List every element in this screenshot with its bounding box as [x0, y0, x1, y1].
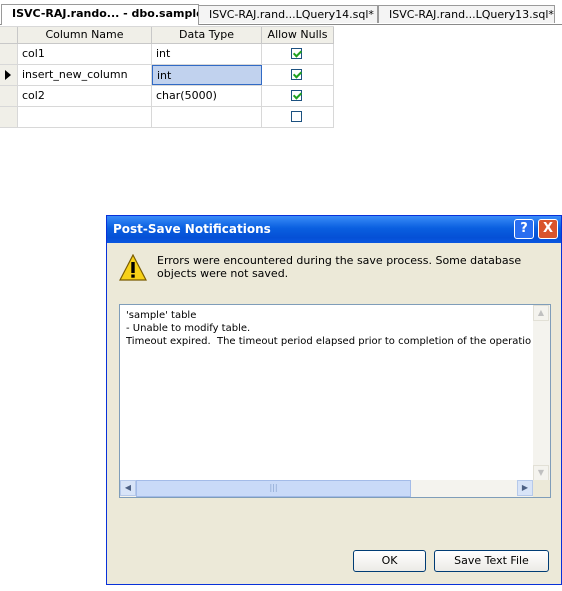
details-line: - Unable to modify table.: [126, 323, 251, 334]
details-textbox[interactable]: 'sample' table - Unable to modify table. T…: [119, 304, 551, 498]
allow-nulls-checkbox[interactable]: [291, 69, 302, 80]
tab-label: ISVC-RAJ.rando... - dbo.sample*: [12, 7, 199, 20]
scroll-up-icon[interactable]: ▲: [533, 305, 549, 321]
post-save-dialog: Post-Save Notifications ? X Errors were …: [106, 215, 562, 585]
details-text: 'sample' table - Unable to modify table. T…: [126, 309, 532, 348]
allow-nulls-cell: [262, 65, 334, 85]
close-button[interactable]: X: [538, 219, 558, 239]
column-name-cell[interactable]: [18, 107, 152, 127]
error-message: Errors were encountered during the save …: [157, 254, 522, 280]
table-row[interactable]: col1 int: [0, 44, 334, 65]
column-name-cell[interactable]: col1: [18, 44, 152, 64]
data-type-cell[interactable]: char(5000): [152, 86, 262, 106]
data-type-cell[interactable]: int: [152, 65, 262, 85]
tab-label: ISVC-RAJ.rand...LQuery13.sql*: [389, 8, 554, 21]
table-row[interactable]: col2 char(5000): [0, 86, 334, 107]
tab-sample-table[interactable]: ISVC-RAJ.rando... - dbo.sample*: [1, 4, 199, 25]
column-name-cell[interactable]: insert_new_column: [18, 65, 152, 85]
row-selector[interactable]: [0, 86, 18, 106]
row-selector[interactable]: [0, 107, 18, 127]
grid-header-row: Column Name Data Type Allow Nulls: [0, 27, 334, 44]
column-header-nulls[interactable]: Allow Nulls: [262, 27, 334, 43]
scrollbar-corner: [533, 480, 550, 497]
warning-icon: [119, 254, 147, 281]
ok-button[interactable]: OK: [353, 550, 426, 572]
save-text-file-button[interactable]: Save Text File: [434, 550, 549, 572]
table-designer-grid: Column Name Data Type Allow Nulls col1 i…: [0, 26, 334, 128]
row-selector[interactable]: [0, 44, 18, 64]
horizontal-scrollbar[interactable]: ◀ ||| ▶: [120, 480, 533, 497]
vertical-scrollbar[interactable]: ▲ ▼: [533, 305, 550, 481]
scroll-thumb[interactable]: |||: [136, 480, 411, 497]
scroll-down-icon[interactable]: ▼: [533, 465, 549, 481]
scroll-right-icon[interactable]: ▶: [517, 480, 533, 496]
help-button[interactable]: ?: [514, 219, 534, 239]
data-type-cell[interactable]: [152, 107, 262, 127]
dialog-title: Post-Save Notifications: [113, 222, 271, 236]
column-header-name[interactable]: Column Name: [18, 27, 152, 43]
table-row[interactable]: insert_new_column int: [0, 65, 334, 86]
details-line: 'sample' table: [126, 310, 197, 321]
column-name-cell[interactable]: col2: [18, 86, 152, 106]
column-header-type[interactable]: Data Type: [152, 27, 262, 43]
scroll-left-icon[interactable]: ◀: [120, 480, 136, 496]
allow-nulls-checkbox[interactable]: [291, 48, 302, 59]
tab-label: ISVC-RAJ.rand...LQuery14.sql*: [209, 8, 374, 21]
allow-nulls-cell: [262, 44, 334, 64]
allow-nulls-checkbox[interactable]: [291, 111, 302, 122]
dialog-title-bar[interactable]: Post-Save Notifications ? X: [107, 216, 561, 243]
details-line: Timeout expired. The timeout period elap…: [126, 336, 532, 347]
allow-nulls-cell: [262, 86, 334, 106]
row-header-corner: [0, 27, 18, 43]
tab-query14[interactable]: ISVC-RAJ.rand...LQuery14.sql*: [198, 5, 378, 23]
row-selector[interactable]: [0, 65, 18, 85]
table-row[interactable]: [0, 107, 334, 128]
document-tab-strip: ISVC-RAJ.rand...LQuery13.sql* ISVC-RAJ.r…: [0, 0, 562, 25]
allow-nulls-cell: [262, 107, 334, 127]
allow-nulls-checkbox[interactable]: [291, 90, 302, 101]
current-row-arrow-icon: [5, 70, 11, 80]
data-type-cell[interactable]: int: [152, 44, 262, 64]
tab-query13[interactable]: ISVC-RAJ.rand...LQuery13.sql*: [378, 5, 555, 23]
